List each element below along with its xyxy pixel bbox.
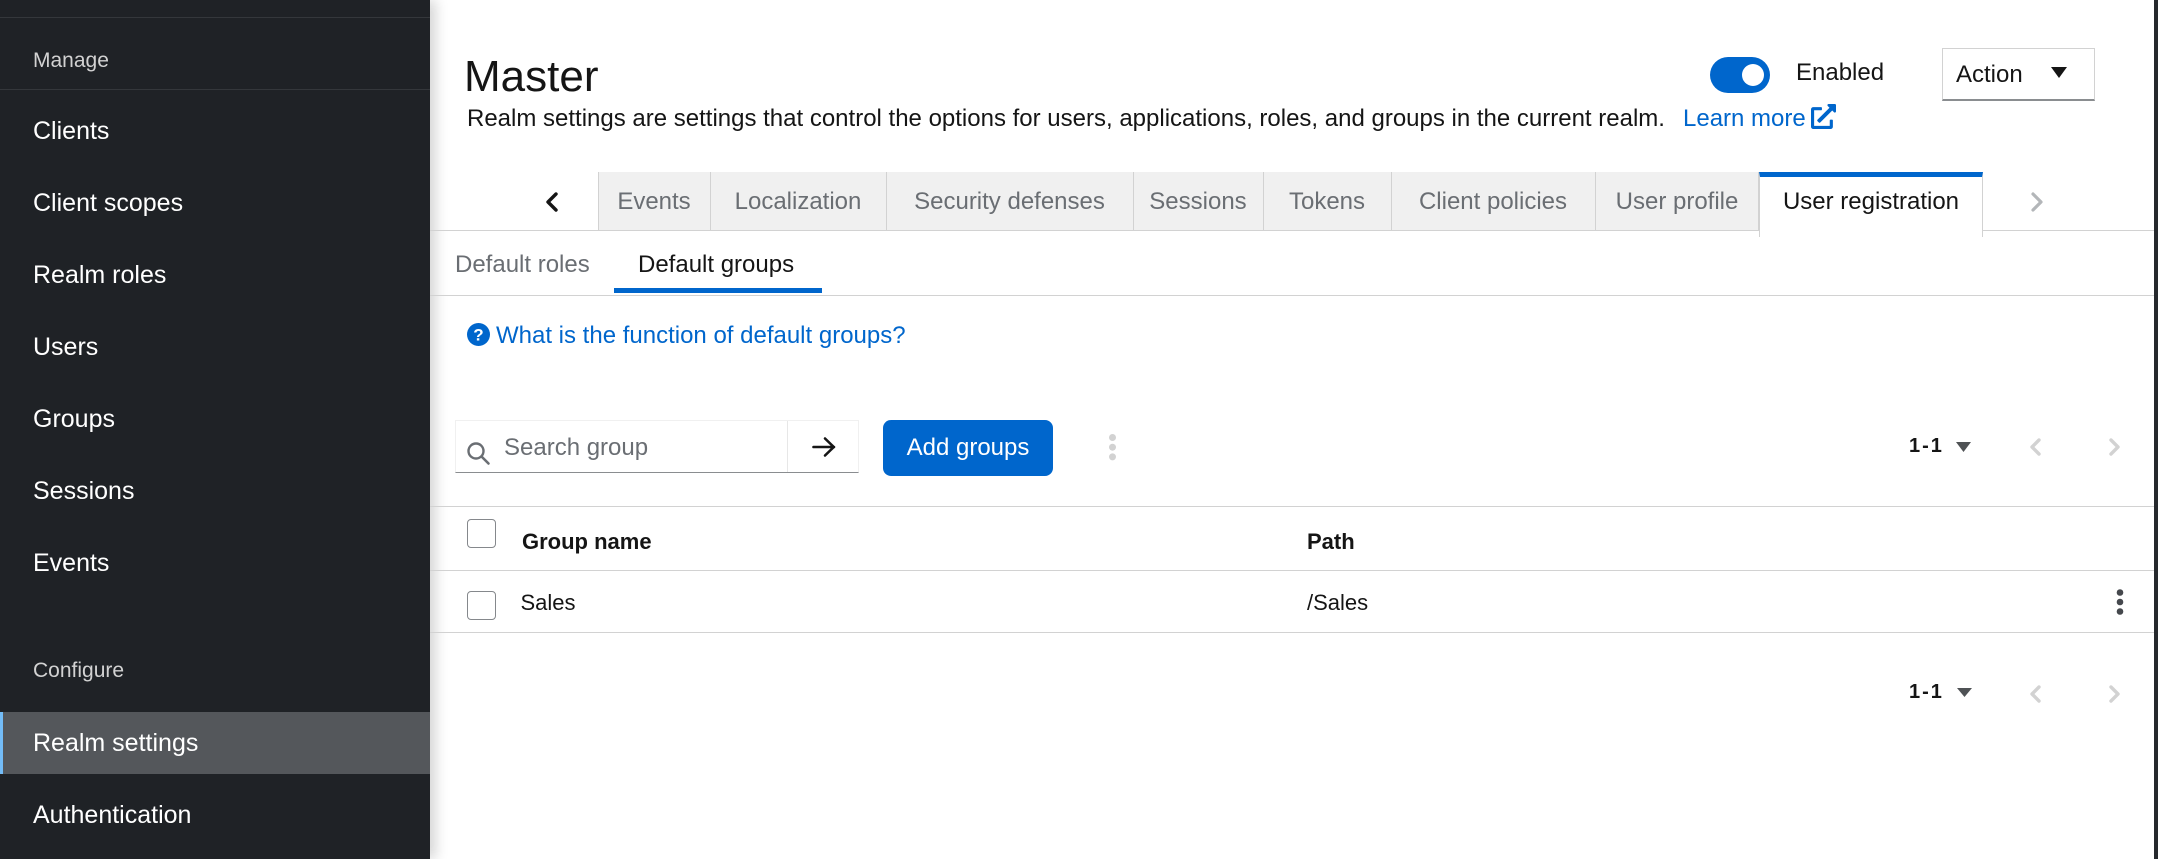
svg-text:?: ? (473, 325, 483, 344)
